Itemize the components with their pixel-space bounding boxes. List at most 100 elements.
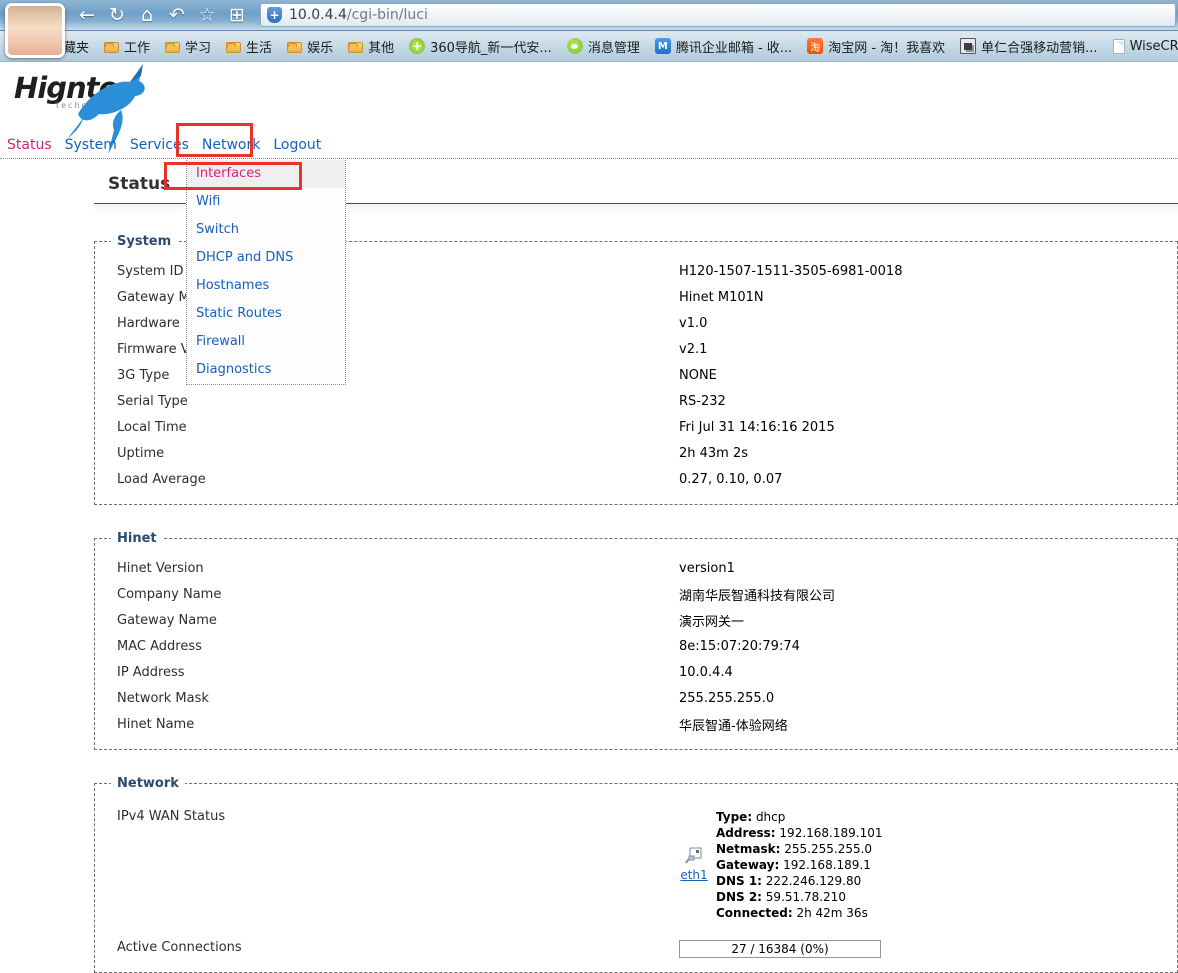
bookmark-item[interactable]: 消息管理 — [567, 37, 640, 56]
bookmark-icon — [348, 42, 363, 53]
network-section-legend: Network — [111, 776, 185, 791]
dropdown-menu-item[interactable]: Firewall — [187, 328, 345, 356]
dropdown-menu-item[interactable]: Hostnames — [187, 272, 345, 300]
site-header: Hignton technology Status System Service… — [0, 62, 1178, 159]
field-value: Hinet M101N — [679, 290, 764, 305]
table-row: Hinet Version version1 — [95, 555, 1177, 581]
bookmark-icon — [287, 42, 302, 53]
dropdown-menu-item[interactable]: Switch — [187, 216, 345, 244]
bookmark-label: 腾讯企业邮箱 - 收... — [676, 37, 792, 56]
hinet-rows: Hinet Version version1 Company Name 湖南华辰… — [95, 555, 1177, 737]
field-label: IP Address — [117, 665, 679, 680]
field-label: Hinet Version — [117, 561, 679, 576]
table-row: Load Average 0.27, 0.10, 0.07 — [95, 466, 1177, 492]
bookmark-item[interactable]: 其他 — [348, 37, 394, 56]
field-value: 255.255.255.0 — [679, 691, 774, 706]
bookmarks-bar: 手机收藏夹 工作 学习 生活 娱乐 其他 360导航_新一代安... — [0, 31, 1178, 62]
apps-grid-icon[interactable]: ⊞ — [222, 2, 252, 28]
wan-detail-key: Address: — [716, 826, 776, 840]
wan-interface-link[interactable]: eth1 — [680, 868, 707, 882]
dropdown-menu-item[interactable]: Interfaces — [187, 160, 345, 188]
network-dropdown-menu: Interfaces Wifi Switch DHCP and DNS Host… — [186, 160, 346, 385]
nav-item[interactable]: Logout — [273, 137, 321, 153]
wan-detail-value: 2h 42m 36s — [793, 906, 868, 920]
back-icon[interactable]: ← — [72, 2, 102, 28]
wan-detail-line: Address: 192.168.189.101 — [716, 825, 882, 841]
field-value: version1 — [679, 561, 735, 576]
favorites-star-icon[interactable]: ☆ — [192, 2, 222, 28]
site-safety-shield-icon[interactable]: + — [267, 7, 282, 23]
url-text[interactable]: 10.0.4.4/cgi-bin/luci — [289, 7, 428, 23]
dropdown-menu-item[interactable]: Static Routes — [187, 300, 345, 328]
wan-detail-key: Gateway: — [716, 858, 779, 872]
system-section-legend: System — [111, 234, 177, 249]
bookmark-item[interactable]: WiseCRM NBS - ... — [1113, 39, 1178, 54]
dropdown-menu-item[interactable]: Diagnostics — [187, 356, 345, 384]
undo-icon[interactable]: ↶ — [162, 2, 192, 28]
table-row: Hinet Name 华辰智通-体验网络 — [95, 711, 1177, 737]
bookmark-item[interactable]: 360导航_新一代安... — [409, 37, 552, 56]
nav-item[interactable]: Services — [130, 137, 189, 153]
home-icon[interactable]: ⌂ — [132, 2, 162, 28]
field-value: v1.0 — [679, 316, 707, 331]
wan-detail-value: dhcp — [752, 810, 785, 824]
wan-detail-value: 59.51.78.210 — [762, 890, 846, 904]
bookmark-item[interactable]: 工作 — [104, 37, 150, 56]
table-row: Network Mask 255.255.255.0 — [95, 685, 1177, 711]
bookmark-icon — [567, 38, 583, 54]
bookmark-label: 消息管理 — [588, 37, 640, 56]
refresh-icon[interactable]: ↻ — [102, 2, 132, 28]
nav-item[interactable]: System — [65, 137, 117, 153]
bookmark-label: 单仁合强移动营销... — [981, 37, 1097, 56]
field-label: Local Time — [117, 420, 679, 435]
field-label: Uptime — [117, 446, 679, 461]
nav-item[interactable]: Network — [202, 137, 260, 153]
field-label: IPv4 WAN Status — [117, 809, 679, 824]
bookmark-icon — [1113, 39, 1125, 54]
address-bar[interactable]: + 10.0.4.4/cgi-bin/luci — [260, 3, 1176, 27]
bookmark-item[interactable]: 淘宝网 - 淘！我喜欢 — [807, 37, 945, 56]
bookmark-item[interactable]: 单仁合强移动营销... — [960, 37, 1097, 56]
bookmark-label: WiseCRM NBS - ... — [1130, 39, 1178, 54]
bookmark-icon — [960, 38, 976, 54]
field-label: Serial Type — [117, 394, 679, 409]
field-label: Network Mask — [117, 691, 679, 706]
wan-detail-line: Connected: 2h 42m 36s — [716, 905, 882, 921]
bookmark-item[interactable]: 腾讯企业邮箱 - 收... — [655, 37, 792, 56]
field-label: Active Connections — [117, 940, 679, 955]
bookmark-item[interactable]: 学习 — [165, 37, 211, 56]
connections-progress-bar: 27 / 16384 (0%) — [679, 940, 881, 958]
dropdown-menu-item[interactable]: Wifi — [187, 188, 345, 216]
dropdown-menu-item[interactable]: DHCP and DNS — [187, 244, 345, 272]
wan-detail-value: 192.168.189.1 — [779, 858, 871, 872]
field-value: 0.27, 0.10, 0.07 — [679, 472, 782, 487]
url-host: 10.0.4.4 — [289, 7, 347, 23]
wan-detail-value: 192.168.189.101 — [776, 826, 883, 840]
wan-detail-line: DNS 2: 59.51.78.210 — [716, 889, 882, 905]
bookmark-label: 学习 — [185, 37, 211, 56]
field-value: 2h 43m 2s — [679, 446, 748, 461]
bookmark-icon — [409, 38, 425, 54]
field-label: Company Name — [117, 587, 679, 602]
field-label: Hinet Name — [117, 717, 679, 732]
table-row: MAC Address 8e:15:07:20:79:74 — [95, 633, 1177, 659]
field-value: 演示网关一 — [679, 611, 744, 630]
field-value: 华辰智通-体验网络 — [679, 715, 788, 734]
wan-detail-key: Netmask: — [716, 842, 780, 856]
bookmark-label: 其他 — [368, 37, 394, 56]
wan-status-block: eth1 Type: dhcp Address: 192.168.189.101… — [679, 809, 882, 921]
browser-avatar[interactable] — [5, 3, 65, 58]
bookmark-item[interactable]: 生活 — [226, 37, 272, 56]
table-row: Company Name 湖南华辰智通科技有限公司 — [95, 581, 1177, 607]
nav-item[interactable]: Status — [7, 137, 52, 153]
wan-detail-line: Gateway: 192.168.189.1 — [716, 857, 882, 873]
field-label: MAC Address — [117, 639, 679, 654]
field-value: Fri Jul 31 14:16:16 2015 — [679, 420, 835, 435]
bookmark-label: 生活 — [246, 37, 272, 56]
table-row: Gateway Name 演示网关一 — [95, 607, 1177, 633]
bookmark-item[interactable]: 娱乐 — [287, 37, 333, 56]
table-row: Uptime 2h 43m 2s — [95, 440, 1177, 466]
wan-detail-key: Type: — [716, 810, 752, 824]
wan-detail-key: DNS 2: — [716, 890, 762, 904]
connections-progress-text: 27 / 16384 (0%) — [731, 942, 828, 956]
